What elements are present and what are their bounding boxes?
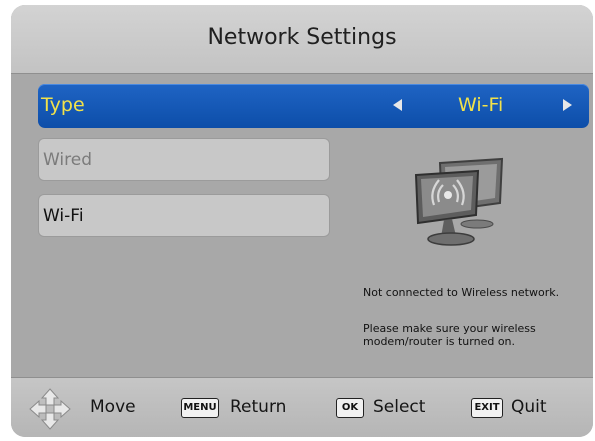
type-selector-row[interactable]: Type Wi-Fi [38,84,589,128]
option-wifi[interactable]: Wi-Fi [38,194,330,237]
settings-content: Type Wi-Fi Wired Wi-Fi Not connected to … [11,74,593,377]
type-value: Wi-Fi [458,94,504,116]
page-title: Network Settings [207,25,397,50]
help-message: Please make sure your wireless modem/rou… [363,322,536,348]
help-message-line-2: modem/router is turned on. [363,335,516,348]
select-label: Select [373,397,426,417]
arrow-left-icon[interactable] [393,99,402,111]
status-message: Not connected to Wireless network. [363,286,560,299]
footer-bar: Move MENU Return OK Select EXIT Quit [11,377,593,437]
ok-key-icon: OK [336,398,364,418]
help-message-line-1: Please make sure your wireless [363,322,536,335]
quit-label: Quit [511,397,547,417]
return-label: Return [230,397,287,417]
network-settings-window: Network Settings Type Wi-Fi Wired Wi-Fi [11,5,593,437]
type-label: Type [41,94,85,116]
header-bar: Network Settings [11,5,593,74]
dpad-icon [29,388,71,430]
option-wired[interactable]: Wired [38,138,330,181]
move-label: Move [90,397,136,417]
arrow-right-icon[interactable] [563,99,572,111]
wireless-monitor-icon [414,157,504,246]
menu-key-icon: MENU [181,398,219,418]
option-wifi-label: Wi-Fi [43,206,84,226]
option-wired-label: Wired [43,150,93,170]
exit-key-icon: EXIT [471,398,503,418]
